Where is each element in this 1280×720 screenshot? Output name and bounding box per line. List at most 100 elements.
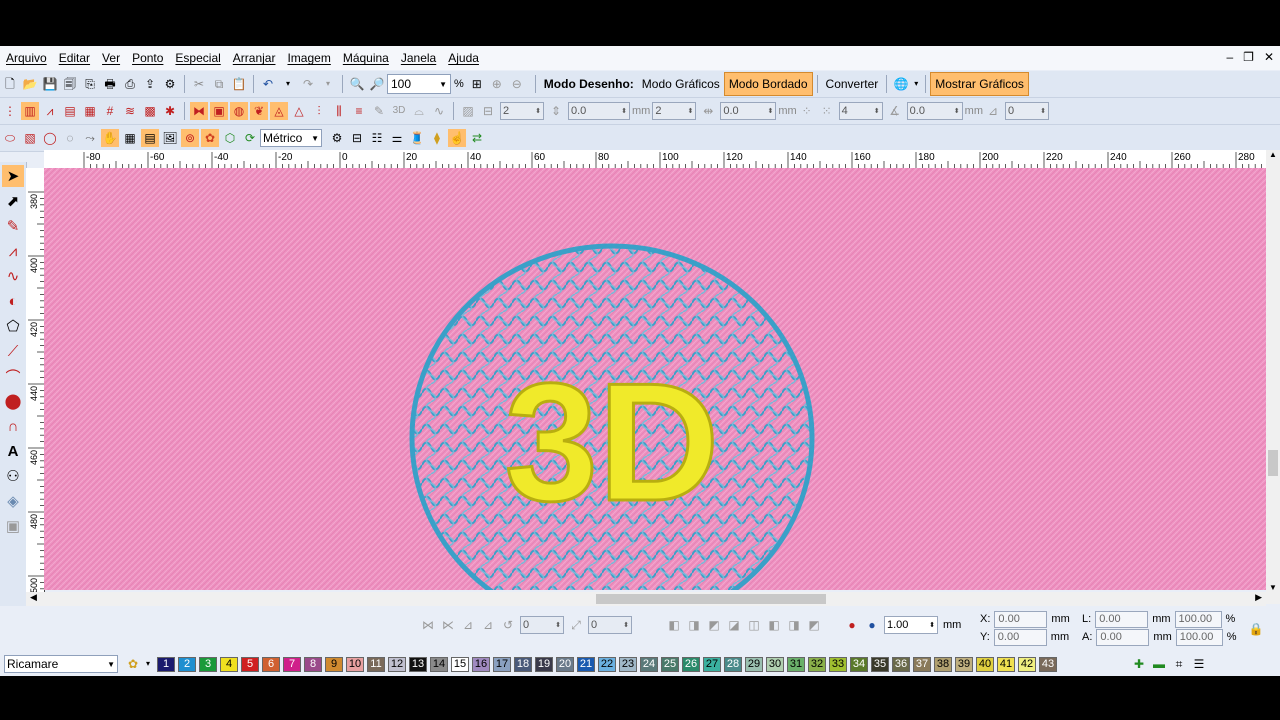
pen-icon[interactable]: ✎ (2, 215, 24, 237)
copy-icon[interactable]: ⧉ (210, 75, 228, 93)
menu-item-6[interactable]: Imagem (281, 51, 336, 65)
height-percent-field[interactable]: 100.00 (1175, 628, 1223, 646)
grid-icon[interactable]: ▦ (121, 129, 139, 147)
zoom-combo[interactable]: 100 ▼ (387, 74, 451, 94)
angle-icon[interactable]: ∡ (886, 102, 904, 120)
zigzag-stitch-icon[interactable]: ⩘ (41, 102, 59, 120)
color-dot-alt-icon[interactable]: ● (863, 616, 881, 634)
palette-menu-icon[interactable]: ☰ (1190, 655, 1208, 673)
length-icon[interactable]: ⇹ (699, 102, 717, 120)
add-color-icon[interactable]: ✚ (1130, 655, 1148, 673)
cross-stitch-icon[interactable]: # (101, 102, 119, 120)
align-icon[interactable]: ⊟ (348, 129, 366, 147)
palette-swatch[interactable]: 38 (934, 656, 952, 672)
mirror-v-icon[interactable]: ⋉ (439, 616, 457, 634)
spacing-icon[interactable]: ⇕ (547, 102, 565, 120)
palette-swatch[interactable]: 8 (304, 656, 322, 672)
palette-swatch[interactable]: 36 (892, 656, 910, 672)
machine-icon[interactable]: ⚌ (388, 129, 406, 147)
spin-field-4[interactable]: 0.0 ⬍ (720, 102, 777, 120)
zoom-all-icon[interactable]: ⊞ (468, 75, 486, 93)
circle-outline-icon[interactable]: ◯ (41, 129, 59, 147)
palette-swatch[interactable]: 15 (451, 656, 469, 672)
motif-icon[interactable]: ⫶ (310, 102, 328, 120)
slant-icon[interactable]: ⤢ (567, 616, 585, 634)
color-dots-icon[interactable]: ● (843, 616, 861, 634)
align-center-icon[interactable]: ◨ (685, 616, 703, 634)
align-top-icon[interactable]: ◪ (725, 616, 743, 634)
menu-item-7[interactable]: Máquina (337, 51, 395, 65)
save-icon[interactable]: 💾 (41, 75, 59, 93)
arch-tool-icon[interactable]: ∩ (2, 415, 24, 437)
menu-item-8[interactable]: Janela (395, 51, 442, 65)
cut-icon[interactable]: ✂ (190, 75, 208, 93)
palette-selector[interactable]: Ricamare ▼ (4, 655, 118, 673)
paste-icon[interactable]: 📋 (230, 75, 248, 93)
lasso-icon[interactable]: ⤳ (81, 129, 99, 147)
menu-item-5[interactable]: Arranjar (227, 51, 282, 65)
pen-icon[interactable]: ✎ (370, 102, 388, 120)
spin-field-2[interactable]: 0.0 ⬍ (568, 102, 630, 120)
cursor-hand-icon[interactable]: ☝ (448, 129, 466, 147)
pull-compensation-icon[interactable]: ⊟ (479, 102, 497, 120)
globe-icon[interactable]: 🌐 (892, 75, 910, 93)
nodes-icon[interactable]: ⁘ (798, 102, 816, 120)
palette-swatch[interactable]: 5 (241, 656, 259, 672)
properties-icon[interactable]: ⚙ (161, 75, 179, 93)
palette-swatch[interactable]: 34 (850, 656, 868, 672)
zoom-fit-icon[interactable]: 🔎 (368, 75, 386, 93)
palette-swatch[interactable]: 23 (619, 656, 637, 672)
palette-swatch[interactable]: 2 (178, 656, 196, 672)
minimize-button[interactable]: – (1226, 50, 1233, 64)
menu-item-1[interactable]: Editar (53, 51, 96, 65)
undo-dropdown-icon[interactable]: ▾ (279, 75, 297, 93)
show-graphics-button[interactable]: Mostrar Gráficos (930, 72, 1029, 96)
thread-icon[interactable]: 🧵 (408, 129, 426, 147)
spin-field-6[interactable]: 0.0 ⬍ (906, 102, 963, 120)
redo-dropdown-icon[interactable]: ▾ (319, 75, 337, 93)
hoop-icon[interactable]: ⊚ (181, 129, 199, 147)
undo-icon[interactable]: ↶ (259, 75, 277, 93)
running-stitch-icon[interactable]: ⋮ (1, 102, 19, 120)
palette-swatch[interactable]: 28 (724, 656, 742, 672)
scroll-up-icon[interactable]: ▲ (1266, 150, 1280, 159)
width-field[interactable]: 0.00 (1095, 610, 1149, 628)
palette-swatch[interactable]: 7 (283, 656, 301, 672)
fold-icon[interactable]: ⌓ (410, 102, 428, 120)
palette-swatch[interactable]: 29 (745, 656, 763, 672)
wave-fill-icon[interactable]: ≋ (121, 102, 139, 120)
scroll-down-icon[interactable]: ▼ (1266, 583, 1280, 592)
palette-swatch[interactable]: 11 (367, 656, 385, 672)
palette-swatch[interactable]: 25 (661, 656, 679, 672)
palette-swatch[interactable]: 30 (766, 656, 784, 672)
palette-swatch[interactable]: 41 (997, 656, 1015, 672)
palette-swatch[interactable]: 10 (346, 656, 364, 672)
line-tool-icon[interactable]: ⟋ (2, 340, 24, 362)
palette-swatch[interactable]: 33 (829, 656, 847, 672)
convert-button[interactable]: Converter (822, 73, 883, 95)
scroll-left-icon[interactable]: ◀ (30, 592, 37, 603)
skew-icon[interactable]: ⊿ (459, 616, 477, 634)
nodes-alt-icon[interactable]: ⁙ (818, 102, 836, 120)
palette-swatch[interactable]: 12 (388, 656, 406, 672)
scroll-thumb[interactable] (1268, 450, 1278, 476)
design-text[interactable]: 3D (503, 347, 721, 538)
send-icon[interactable]: ⇪ (141, 75, 159, 93)
rotate-field[interactable]: 0 ⬍ (520, 616, 564, 634)
chevron-down-icon[interactable]: ▾ (912, 75, 920, 93)
circle-fill-icon[interactable]: ◍ (230, 102, 248, 120)
palette-swatch[interactable]: 31 (787, 656, 805, 672)
lock-ratio-icon[interactable]: 🔒 (1247, 620, 1265, 638)
text-tool-icon[interactable]: A (2, 440, 24, 462)
wave-tool-icon[interactable]: ∿ (2, 265, 24, 287)
height-field[interactable]: 0.00 (1096, 628, 1150, 646)
pattern-fill-icon[interactable]: ▦ (81, 102, 99, 120)
width-percent-field[interactable]: 100.00 (1174, 610, 1222, 628)
palette-swatch[interactable]: 32 (808, 656, 826, 672)
export-machine-icon[interactable]: ⇄ (468, 129, 486, 147)
palette-swatch[interactable]: 3 (199, 656, 217, 672)
grid-density-icon[interactable]: ▨ (459, 102, 477, 120)
zoom-icon[interactable]: 🔍 (348, 75, 366, 93)
palette-swatch[interactable]: 19 (535, 656, 553, 672)
spin-field-3[interactable]: 2 ⬍ (652, 102, 697, 120)
